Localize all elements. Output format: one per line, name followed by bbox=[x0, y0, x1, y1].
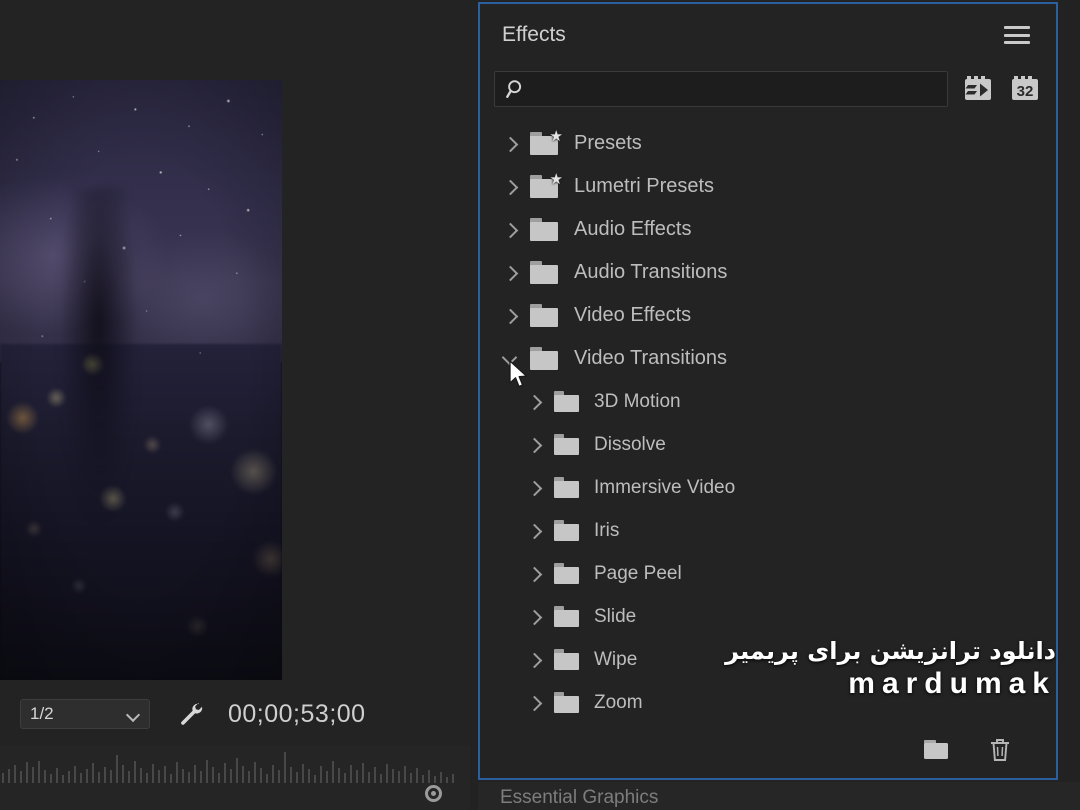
tree-item-label: 3D Motion bbox=[594, 390, 681, 412]
star-badge-icon: ★ bbox=[549, 170, 563, 188]
chevron-right-icon[interactable] bbox=[522, 562, 546, 586]
tree-item-immersive-video[interactable]: Immersive Video bbox=[480, 466, 1056, 509]
tree-item-label: Lumetri Presets bbox=[574, 175, 715, 197]
tree-item-zoom[interactable]: Zoom bbox=[480, 681, 1056, 720]
tree-item-video-effects[interactable]: Video Effects bbox=[480, 294, 1056, 337]
tab-essential-graphics[interactable]: Essential Graphics bbox=[500, 787, 658, 809]
effects-panel-footer bbox=[480, 722, 1056, 778]
svg-text:32: 32 bbox=[1017, 83, 1034, 100]
chevron-down-icon bbox=[127, 710, 140, 718]
tree-item-label: Iris bbox=[594, 519, 620, 541]
new-custom-bin-button[interactable] bbox=[920, 735, 952, 765]
star-badge-icon: ★ bbox=[549, 127, 563, 145]
folder-icon bbox=[552, 519, 582, 542]
folder-icon bbox=[552, 476, 582, 499]
folder-icon bbox=[552, 562, 582, 585]
chevron-right-icon[interactable] bbox=[522, 605, 546, 629]
accelerated-effects-filter-icon[interactable] bbox=[961, 72, 995, 106]
folder-icon bbox=[528, 346, 562, 372]
tree-item-lumetri-presets[interactable]: ★ Lumetri Presets bbox=[480, 165, 1056, 208]
tree-item-label: Zoom bbox=[594, 691, 643, 713]
panel-title: Effects bbox=[502, 23, 566, 46]
tree-item-label: Immersive Video bbox=[594, 476, 736, 498]
folder-icon bbox=[552, 390, 582, 413]
32-bit-color-filter-icon[interactable]: 32 bbox=[1008, 72, 1042, 106]
chevron-right-icon[interactable] bbox=[498, 304, 522, 328]
tree-item-label: Page Peel bbox=[594, 562, 682, 584]
chevron-right-icon[interactable] bbox=[522, 390, 546, 414]
chevron-right-icon[interactable] bbox=[498, 261, 522, 285]
monitor-timeline-strip[interactable] bbox=[0, 745, 470, 810]
trash-icon bbox=[991, 739, 1009, 761]
tree-item-label: Video Transitions bbox=[574, 347, 728, 369]
playback-resolution-value: 1/2 bbox=[30, 704, 54, 723]
search-input[interactable] bbox=[527, 79, 947, 99]
tree-item-dissolve[interactable]: Dissolve bbox=[480, 423, 1056, 466]
playback-resolution-select[interactable]: 1/2 bbox=[20, 699, 150, 729]
search-field-wrapper[interactable] bbox=[494, 71, 948, 107]
tree-item-label: Presets bbox=[574, 132, 642, 154]
tree-item-slide[interactable]: Slide bbox=[480, 595, 1056, 638]
effects-tree[interactable]: ★ Presets ★ Lumetri Presets Audio Effects Aud… bbox=[480, 122, 1056, 720]
chevron-down-icon[interactable] bbox=[498, 347, 522, 371]
effects-panel-header: Effects bbox=[480, 4, 1056, 66]
folder-icon bbox=[924, 740, 948, 759]
tree-item-label: Wipe bbox=[594, 648, 638, 670]
hamburger-menu-icon[interactable] bbox=[1004, 26, 1030, 44]
bottom-panel-strip: Essential Graphics bbox=[478, 782, 1080, 810]
program-monitor-video[interactable] bbox=[0, 80, 282, 680]
folder-icon bbox=[528, 217, 562, 243]
chevron-right-icon[interactable] bbox=[498, 175, 522, 199]
folder-icon bbox=[552, 605, 582, 628]
tree-item-label: Dissolve bbox=[594, 433, 666, 455]
folder-icon bbox=[528, 303, 562, 329]
program-monitor-pane: 1/2 00;00;53;00 bbox=[0, 0, 470, 810]
tree-item-audio-effects[interactable]: Audio Effects bbox=[480, 208, 1056, 251]
tree-item-3d-motion[interactable]: 3D Motion bbox=[480, 380, 1056, 423]
tree-item-video-transitions[interactable]: Video Transitions bbox=[480, 337, 1056, 380]
audio-waveform bbox=[2, 752, 454, 783]
chevron-right-icon[interactable] bbox=[522, 691, 546, 715]
playhead-timecode[interactable]: 00;00;53;00 bbox=[228, 700, 366, 729]
tree-item-label: Audio Transitions bbox=[574, 261, 728, 283]
chevron-right-icon[interactable] bbox=[522, 519, 546, 543]
tree-item-label: Video Effects bbox=[574, 304, 692, 326]
chevron-right-icon[interactable] bbox=[498, 218, 522, 242]
tree-item-wipe[interactable]: Wipe bbox=[480, 638, 1056, 681]
tree-item-page-peel[interactable]: Page Peel bbox=[480, 552, 1056, 595]
tree-item-audio-transitions[interactable]: Audio Transitions bbox=[480, 251, 1056, 294]
folder-icon bbox=[528, 260, 562, 286]
wrench-icon bbox=[181, 703, 203, 725]
effects-panel: Effects 32 ★ Presets ★ Lumetri Presets A… bbox=[478, 2, 1058, 780]
delete-custom-item-button[interactable] bbox=[984, 735, 1016, 765]
tree-item-presets[interactable]: ★ Presets bbox=[480, 122, 1056, 165]
settings-button[interactable] bbox=[176, 699, 206, 729]
chevron-right-icon[interactable] bbox=[498, 132, 522, 156]
chevron-right-icon[interactable] bbox=[522, 648, 546, 672]
tree-item-label: Audio Effects bbox=[574, 218, 692, 240]
chevron-right-icon[interactable] bbox=[522, 476, 546, 500]
premiere-pro-window: 1/2 00;00;53;00 Effects 32 ★ Presets ★ L… bbox=[0, 0, 1080, 810]
preset-folder-icon: ★ bbox=[528, 170, 563, 200]
folder-icon bbox=[552, 691, 582, 714]
tree-item-label: Slide bbox=[594, 605, 637, 627]
preset-folder-icon: ★ bbox=[528, 127, 563, 157]
marker-circle-icon[interactable] bbox=[425, 785, 442, 802]
search-icon bbox=[506, 80, 522, 98]
video-vignette bbox=[0, 80, 282, 680]
effects-search-row: 32 bbox=[480, 66, 1056, 112]
tree-item-iris[interactable]: Iris bbox=[480, 509, 1056, 552]
folder-icon bbox=[552, 648, 582, 671]
chevron-right-icon[interactable] bbox=[522, 433, 546, 457]
monitor-controls-bar: 1/2 00;00;53;00 bbox=[0, 688, 470, 740]
folder-icon bbox=[552, 433, 582, 456]
